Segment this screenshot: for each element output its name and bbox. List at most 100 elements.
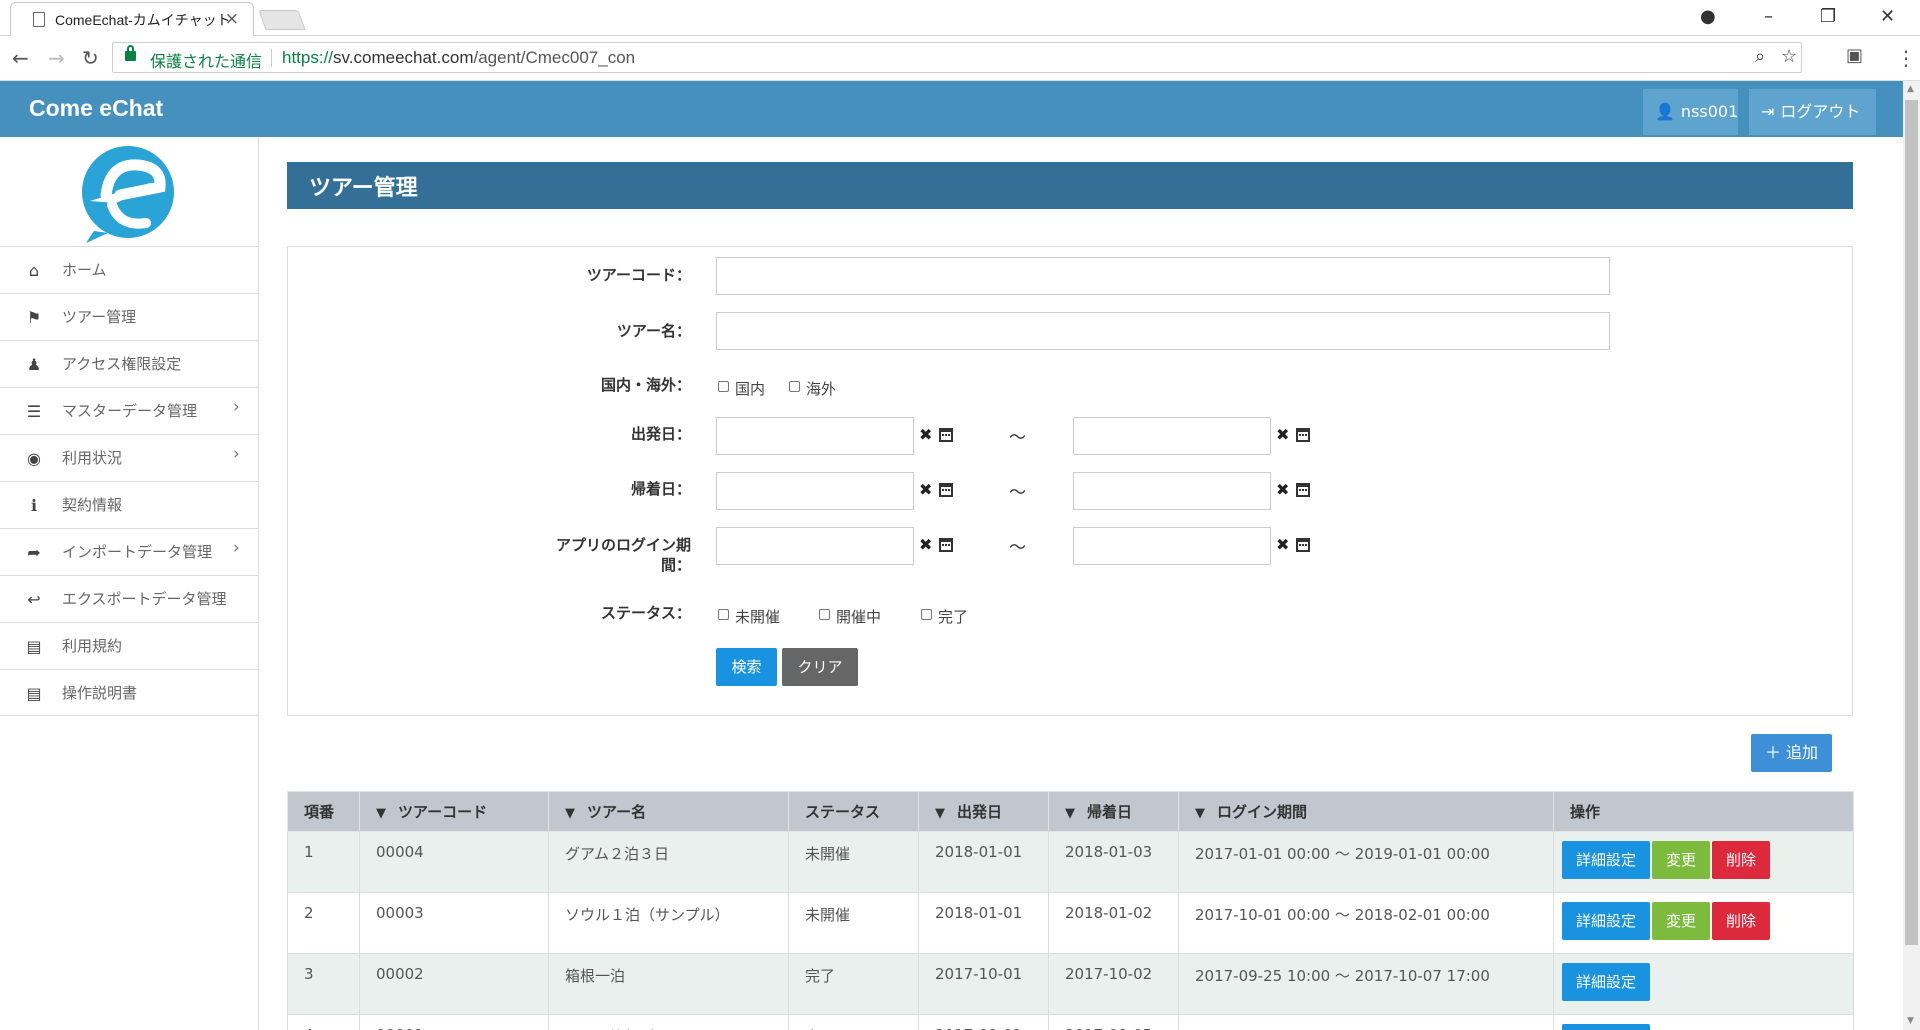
sidebar-item-master-data[interactable]: ☰ マスターデータ管理 ›	[0, 387, 259, 434]
scroll-down-icon[interactable]: ▼	[1907, 1016, 1914, 1026]
new-tab-button[interactable]	[258, 10, 306, 30]
profile-icon[interactable]: ●	[1700, 6, 1716, 27]
forward-icon[interactable]: →	[48, 46, 65, 70]
overseas-checkbox[interactable]	[789, 381, 800, 392]
sidebar-item-home[interactable]: ⌂ ホーム	[0, 246, 259, 293]
sidebar-item-terms[interactable]: ▤ 利用規約	[0, 622, 259, 669]
clear-x-icon[interactable]: ✖	[1276, 480, 1289, 499]
extension-icon[interactable]: ▣	[1846, 45, 1863, 66]
table-row: 4 00001 ニース旅行プラン 完了 2017-09-01 2017-09-0…	[287, 1014, 1854, 1030]
departure-to-input[interactable]	[1073, 417, 1271, 455]
sort-down-icon: ▼	[1195, 806, 1205, 821]
url-text: https://sv.comeechat.com/agent/Cmec007_c…	[282, 48, 636, 67]
login-to-input[interactable]	[1073, 527, 1271, 565]
col-header-code[interactable]: ▼ ツアーコード	[359, 791, 549, 832]
cell-status: 完了	[788, 953, 919, 1015]
restore-icon[interactable]: ❐	[1820, 6, 1836, 27]
lock-icon	[125, 45, 136, 61]
delete-button[interactable]: 削除	[1712, 902, 1771, 940]
detail-settings-button[interactable]: 詳細設定	[1562, 963, 1651, 1001]
clear-button[interactable]: クリア	[782, 648, 858, 686]
tour-code-input[interactable]	[716, 257, 1610, 295]
cell-no: 2	[287, 892, 360, 954]
clear-x-icon[interactable]: ✖	[919, 480, 932, 499]
logout-button[interactable]: ⇥ ログアウト	[1749, 89, 1876, 135]
cell-return: 2018-01-03	[1048, 831, 1179, 893]
delete-button[interactable]: 削除	[1712, 841, 1771, 879]
clear-x-icon[interactable]: ✖	[919, 425, 932, 444]
clear-x-icon[interactable]: ✖	[1276, 425, 1289, 444]
departure-from-input[interactable]	[716, 417, 914, 455]
status-not-held-checkbox[interactable]	[718, 609, 729, 620]
cell-return: 2018-01-02	[1048, 892, 1179, 954]
detail-settings-button[interactable]: 詳細設定	[1562, 1024, 1651, 1030]
clear-x-icon[interactable]: ✖	[1276, 535, 1289, 554]
col-header-return[interactable]: ▼ 帰着日	[1048, 791, 1179, 832]
bookmark-star-icon[interactable]: ☆	[1781, 46, 1797, 67]
calendar-icon[interactable]	[1296, 428, 1310, 442]
cell-return: 2017-09-05	[1048, 1014, 1179, 1030]
add-button[interactable]: ＋ 追加	[1751, 734, 1832, 772]
sidebar-item-contract-info[interactable]: ℹ 契約情報	[0, 481, 259, 528]
browser-tab[interactable]: ComeEchat-カムイチャット ×	[10, 2, 254, 36]
cell-depart: 2018-01-01	[918, 831, 1049, 893]
change-button[interactable]: 変更	[1652, 902, 1711, 940]
book-icon: ▤	[26, 637, 42, 656]
detail-settings-button[interactable]: 詳細設定	[1562, 902, 1651, 940]
calendar-icon[interactable]	[939, 483, 953, 497]
page-title-bar: ツアー管理	[287, 162, 1853, 209]
cell-login: 2017-09-25 10:00 〜 2017-10-07 17:00	[1178, 953, 1554, 1015]
calendar-icon[interactable]	[1296, 483, 1310, 497]
tab-close-icon[interactable]: ×	[225, 9, 239, 29]
cell-name: ニース旅行プラン	[548, 1014, 789, 1030]
minimize-icon[interactable]: –	[1764, 6, 1773, 27]
user-button[interactable]: 👤 nss001	[1643, 89, 1738, 135]
reload-icon[interactable]: ↻	[82, 46, 99, 70]
cell-ops: 詳細設定	[1553, 953, 1854, 1015]
user-secret-icon: ♟	[26, 355, 42, 374]
sidebar-item-access-rights[interactable]: ♟ アクセス権限設定	[0, 340, 259, 387]
window-close-icon[interactable]: ✕	[1880, 6, 1895, 27]
cell-no: 1	[287, 831, 360, 893]
region-label: 国内・海外：	[600, 376, 691, 394]
cell-ops: 詳細設定	[1553, 1014, 1854, 1030]
menu-dots-icon[interactable]: ⋮	[1896, 46, 1916, 70]
search-button[interactable]: 検索	[716, 648, 777, 686]
scroll-up-icon[interactable]: ▲	[1907, 84, 1914, 94]
cell-depart: 2018-01-01	[918, 892, 1049, 954]
sidebar-item-usage[interactable]: ◉ 利用状況 ›	[0, 434, 259, 481]
status-completed-checkbox[interactable]	[921, 609, 932, 620]
return-date-label: 帰着日：	[630, 480, 691, 498]
status-in-progress-checkbox[interactable]	[819, 609, 830, 620]
return-from-input[interactable]	[716, 472, 914, 510]
overseas-label: 海外	[806, 380, 837, 398]
detail-settings-button[interactable]: 詳細設定	[1562, 841, 1651, 879]
zoom-icon[interactable]: ⌕	[1755, 46, 1765, 67]
sidebar-item-import-data[interactable]: ➦ インポートデータ管理 ›	[0, 528, 259, 575]
clear-x-icon[interactable]: ✖	[919, 535, 932, 554]
scrollbar-thumb[interactable]	[1905, 100, 1918, 945]
cell-login: 2017-01-01 00:00 〜 2019-01-01 00:00	[1178, 831, 1554, 893]
cell-code: 00001	[359, 1014, 549, 1030]
sidebar-item-tour-management[interactable]: ⚑ ツアー管理	[0, 293, 259, 340]
tour-name-input[interactable]	[716, 312, 1610, 350]
url-input[interactable]: 保護された通信 https://sv.comeechat.com/agent/C…	[112, 42, 1802, 73]
col-header-name[interactable]: ▼ ツアー名	[548, 791, 789, 832]
calendar-icon[interactable]	[939, 538, 953, 552]
col-header-depart[interactable]: ▼ 出発日	[918, 791, 1049, 832]
usage-icon: ◉	[27, 449, 41, 468]
col-header-login[interactable]: ▼ ログイン期間	[1178, 791, 1554, 832]
cell-name: ソウル１泊（サンプル）	[548, 892, 789, 954]
domestic-checkbox[interactable]	[718, 381, 729, 392]
calendar-icon[interactable]	[939, 428, 953, 442]
login-from-input[interactable]	[716, 527, 914, 565]
sidebar-item-export-data[interactable]: ↩ エクスポートデータ管理	[0, 575, 259, 622]
sidebar-item-manual[interactable]: ▤ 操作説明書	[0, 669, 259, 716]
change-button[interactable]: 変更	[1652, 841, 1711, 879]
back-icon[interactable]: ←	[12, 46, 29, 70]
return-to-input[interactable]	[1073, 472, 1271, 510]
cell-name: グアム２泊３日	[548, 831, 789, 893]
user-icon: 👤	[1655, 102, 1675, 121]
sidebar: ⌂ ホーム ⚑ ツアー管理 ♟ アクセス権限設定 ☰ マスターデータ管理 › ◉…	[0, 137, 259, 1030]
calendar-icon[interactable]	[1296, 538, 1310, 552]
